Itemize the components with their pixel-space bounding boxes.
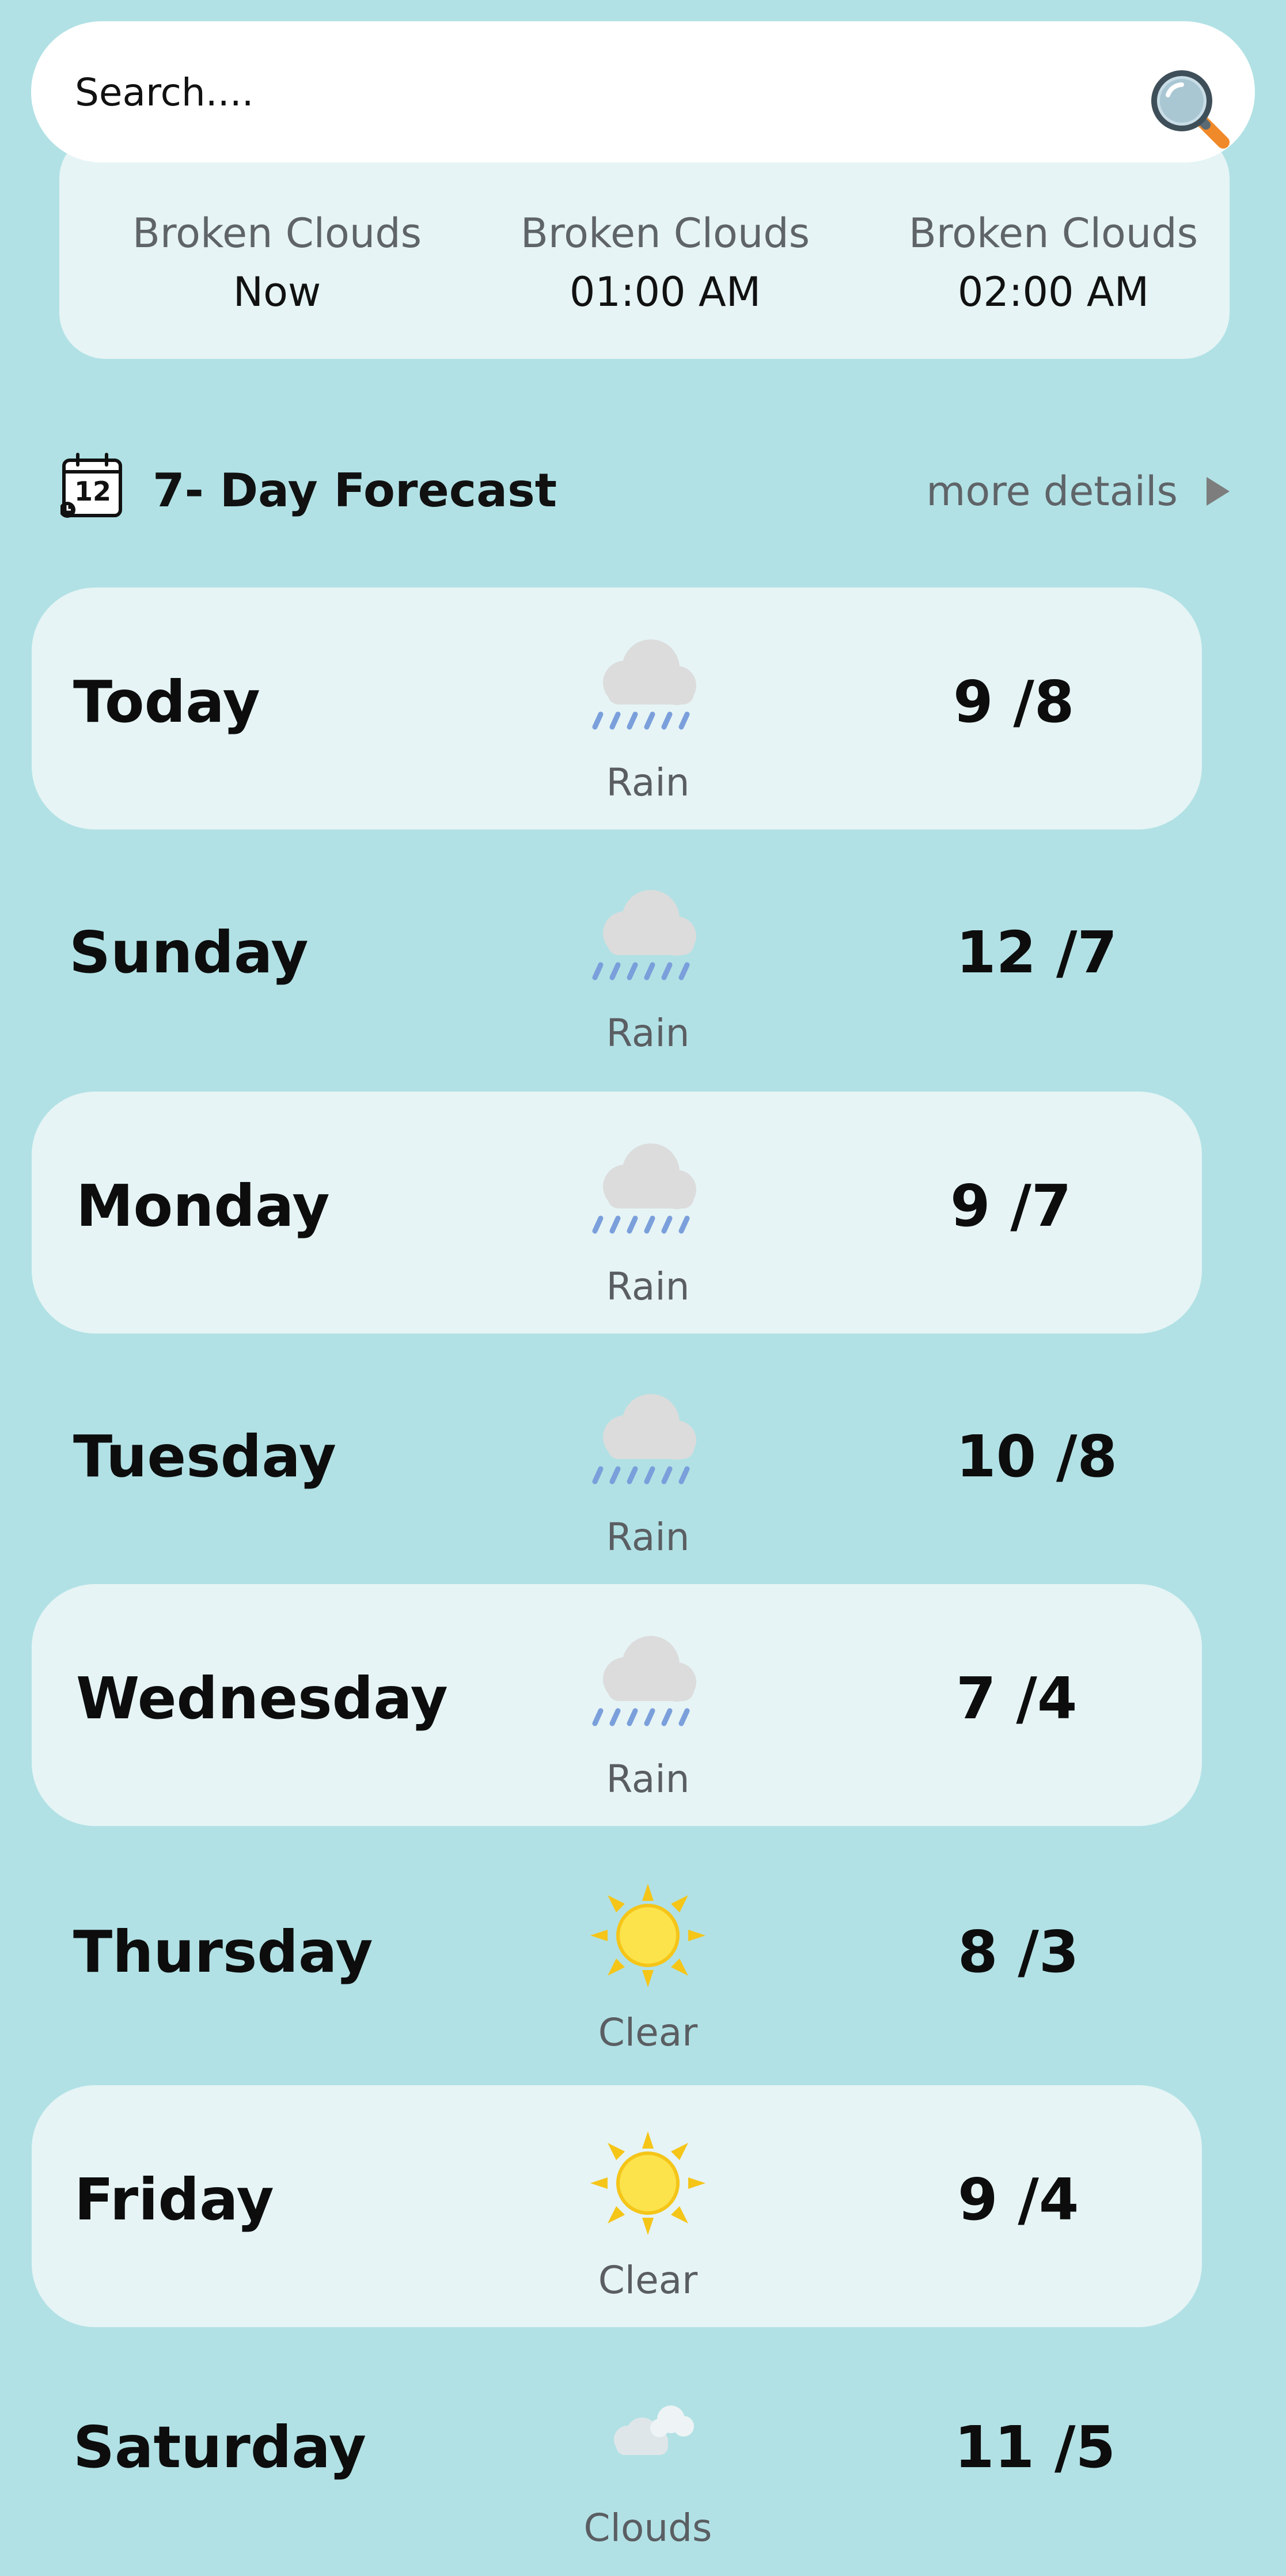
day-name: Sunday xyxy=(69,919,309,986)
sun-icon xyxy=(590,2131,705,2235)
condition-label: Clouds xyxy=(583,2506,712,2550)
hourly-time: 01:00 AM xyxy=(569,268,761,316)
forecast-row[interactable]: Saturday Clouds 11 /5 xyxy=(32,2333,1202,2575)
forecast-row[interactable]: Today Rain 9 /8 xyxy=(32,588,1202,829)
hourly-item[interactable]: Broken Clouds Now xyxy=(104,210,450,315)
rain-icon xyxy=(592,1143,696,1234)
forecast-row[interactable]: Tuesday Rain 10 /8 xyxy=(32,1342,1202,1584)
day-name: Saturday xyxy=(73,2414,366,2481)
more-details-label: more details xyxy=(926,468,1178,515)
forecast-row[interactable]: Thursday Clear 8 /3 xyxy=(32,1838,1202,2079)
forecast-header: 12 7- Day Forecast more details xyxy=(60,452,1230,533)
hourly-item[interactable]: Broken Clouds 02:00 AM xyxy=(881,210,1226,315)
day-name: Monday xyxy=(76,1172,330,1240)
hourly-time: Now xyxy=(233,268,321,316)
day-name: Thursday xyxy=(73,1918,373,1986)
more-details-link[interactable]: more details xyxy=(926,463,1230,520)
rain-icon xyxy=(592,1636,696,1726)
play-arrow-icon xyxy=(1207,477,1230,506)
day-name: Wednesday xyxy=(76,1665,448,1732)
condition-label: Clear xyxy=(598,2010,698,2055)
rain-icon xyxy=(592,890,696,980)
search-input[interactable] xyxy=(74,57,1055,127)
forecast-row[interactable]: Monday Rain 9 /7 xyxy=(32,1092,1202,1334)
day-name: Friday xyxy=(74,2166,274,2233)
temperature-range: 8 /3 xyxy=(958,1918,1079,1986)
condition-label: Rain xyxy=(606,1264,690,1309)
hourly-forecast-card: Broken Clouds Now Broken Clouds 01:00 AM… xyxy=(59,132,1230,359)
search-bar xyxy=(31,21,1255,162)
forecast-row[interactable]: Sunday Rain 12 /7 xyxy=(32,838,1202,1080)
temperature-range: 12 /7 xyxy=(956,919,1118,986)
search-icon[interactable] xyxy=(1148,67,1235,154)
temperature-range: 11 /5 xyxy=(954,2414,1116,2481)
forecast-row[interactable]: Friday Clear 9 /4 xyxy=(32,2085,1202,2327)
day-name: Tuesday xyxy=(73,1423,336,1490)
forecast-row[interactable]: Wednesday Rain 7 /4 xyxy=(32,1584,1202,1826)
temperature-range: 7 /4 xyxy=(956,1665,1078,1732)
temperature-range: 9 /7 xyxy=(950,1172,1072,1240)
condition-label: Rain xyxy=(606,1515,690,1559)
sun-icon xyxy=(590,1884,705,1987)
calendar-icon-number: 12 xyxy=(74,476,111,507)
condition-label: Rain xyxy=(606,1757,690,1801)
clouds-icon xyxy=(614,2405,694,2455)
calendar-icon: 12 xyxy=(60,453,122,518)
rain-icon xyxy=(592,639,696,730)
hourly-condition: Broken Clouds xyxy=(908,210,1198,257)
temperature-range: 10 /8 xyxy=(956,1423,1118,1490)
rain-icon xyxy=(592,1394,696,1484)
hourly-time: 02:00 AM xyxy=(957,268,1150,316)
forecast-title: 7- Day Forecast xyxy=(153,464,557,517)
condition-label: Rain xyxy=(606,1011,690,1055)
day-name: Today xyxy=(73,668,260,736)
condition-label: Rain xyxy=(606,760,690,805)
hourly-condition: Broken Clouds xyxy=(132,210,422,257)
hourly-condition: Broken Clouds xyxy=(520,210,810,257)
hourly-item[interactable]: Broken Clouds 01:00 AM xyxy=(492,210,838,315)
temperature-range: 9 /8 xyxy=(953,668,1075,736)
condition-label: Clear xyxy=(598,2258,698,2302)
temperature-range: 9 /4 xyxy=(958,2166,1079,2233)
